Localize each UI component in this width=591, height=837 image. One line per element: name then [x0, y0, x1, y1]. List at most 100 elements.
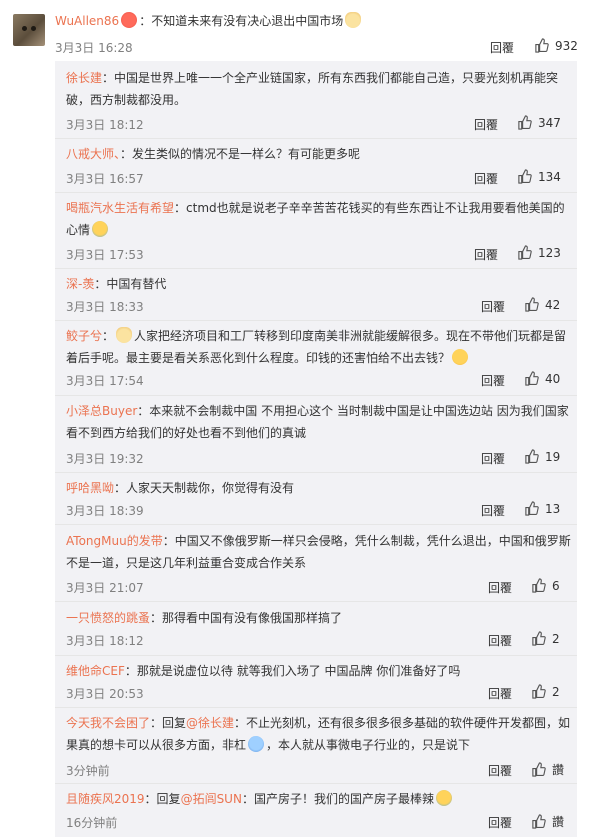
thumbs-up-icon	[518, 169, 532, 184]
thumbs-up-icon	[525, 501, 539, 516]
thumbs-up-icon	[525, 449, 539, 464]
reply-time: 3月3日 16:57	[66, 172, 144, 186]
reply-time: 3月3日 17:53	[66, 248, 144, 262]
like-button[interactable]: 42	[524, 297, 560, 312]
reply-time: 3月3日 20:53	[66, 687, 144, 701]
like-button[interactable]: 2	[531, 684, 560, 699]
thumbs-up-icon	[532, 684, 546, 699]
thumbs-up-icon	[532, 578, 546, 593]
reply-button[interactable]: 回覆	[481, 450, 505, 467]
reply-username-link[interactable]: 小泽总Buyer	[66, 404, 137, 418]
main-comment-line: WuAllen86 ：不知道未来有没有决心退出中国市场	[55, 12, 571, 30]
laugh-emoji-icon	[248, 736, 265, 752]
reply-username-link[interactable]: 呼哈黑呦	[66, 481, 114, 495]
thumbs-up-icon	[525, 297, 539, 312]
reply-button[interactable]: 回覆	[474, 246, 498, 263]
like-button[interactable]: 13	[524, 501, 560, 516]
reply-text-block: 徐长建：中国是世界上唯一一个全产业链国家，所有东西我们都能自己造，只要光刻机再能…	[66, 67, 576, 111]
reply-button[interactable]: 回覆	[488, 579, 512, 596]
like-button[interactable]: 2	[531, 631, 560, 646]
reply-text: ：国产房子！我们的国产房子最棒辣	[241, 792, 434, 806]
reply-text-block: 呼哈黑呦：人家天天制裁你，你觉得有没有	[66, 477, 571, 499]
reply-text-suffix: ，本人就从事微电子行业的，只是说下	[266, 738, 471, 752]
thumbs-up-icon	[525, 371, 539, 386]
reply-button[interactable]: 回覆	[488, 685, 512, 702]
divider	[55, 707, 577, 708]
reply-username-link[interactable]: 且随疾风2019	[66, 792, 145, 806]
like-count: 讚	[552, 815, 565, 829]
reply-button[interactable]: 回覆	[481, 298, 505, 315]
reply-text: ：中国有替代	[94, 277, 167, 291]
reply-button[interactable]: 回覆	[488, 762, 512, 779]
divider	[55, 138, 577, 139]
reply-list: 徐长建：中国是世界上唯一一个全产业链国家，所有东西我们都能自己造，只要光刻机再能…	[55, 61, 577, 837]
like-count: 19	[545, 450, 561, 464]
crying-emoji-icon	[92, 221, 109, 237]
cat-emoji-icon	[345, 12, 362, 28]
reply-time: 16分钟前	[66, 816, 118, 830]
reply-time: 3月3日 18:39	[66, 504, 144, 518]
reply-time: 3月3日 18:12	[66, 118, 144, 132]
reply-username-link[interactable]: 鲛子兮	[66, 329, 102, 343]
main-reply-button[interactable]: 回覆	[490, 39, 514, 56]
like-button[interactable]: 19	[524, 449, 560, 464]
reply-button[interactable]: 回覆	[488, 814, 512, 831]
reply-username-link[interactable]: 一只愤怒的跳蚤	[66, 611, 150, 625]
divider	[55, 192, 577, 193]
like-count: 13	[545, 502, 561, 516]
reply-button[interactable]: 回覆	[481, 372, 505, 389]
divider	[55, 395, 577, 396]
thumbs-up-icon	[535, 38, 549, 53]
like-button[interactable]: 123	[517, 245, 561, 260]
reply-username-link[interactable]: ATongMuu的发带	[66, 534, 163, 548]
divider	[55, 524, 577, 525]
reply-text-block: 且随疾风2019：回复@拓闾SUN：国产房子！我们的国产房子最棒辣	[66, 788, 571, 810]
reply-username-link[interactable]: 徐长建	[66, 71, 102, 85]
reply-username-link[interactable]: 维他命CEF	[66, 664, 125, 678]
like-button[interactable]: 134	[517, 169, 561, 184]
like-button[interactable]: 讚	[531, 761, 564, 778]
thumbs-up-icon	[532, 814, 546, 829]
reply-button[interactable]: 回覆	[488, 632, 512, 649]
thumbs-up-icon	[518, 245, 532, 260]
reply-username-link[interactable]: 深-羡	[66, 277, 94, 291]
reply-text: ：发生类似的情况不是一样么？有可能更多呢	[120, 147, 361, 161]
divider	[55, 783, 577, 784]
divider	[55, 472, 577, 473]
like-button[interactable]: 40	[524, 371, 560, 386]
mention-link[interactable]: @徐长建	[186, 716, 234, 730]
reply-text-block: 维他命CEF：那就是说虚位以待 就等我们入场了 中国品牌 你们准备好了吗	[66, 660, 571, 682]
like-button[interactable]: 6	[531, 578, 560, 593]
like-count: 2	[552, 685, 560, 699]
reply-button[interactable]: 回覆	[481, 502, 505, 519]
reply-username-link[interactable]: 八戒大师、	[66, 147, 120, 161]
reply-text-block: ATongMuu的发带：中国又不像俄罗斯一样只会侵略，凭什么制裁，凭什么退出，中…	[66, 530, 571, 574]
main-username-link[interactable]: WuAllen86	[55, 14, 119, 28]
reply-username-link[interactable]: 喝瓶汽水生活有希望	[66, 201, 174, 215]
crying-emoji-icon	[435, 790, 452, 806]
reply-button[interactable]: 回覆	[474, 170, 498, 187]
avatar[interactable]	[13, 14, 45, 46]
divider	[55, 320, 577, 321]
thumbs-up-icon	[518, 115, 532, 130]
reply-text-block: 八戒大师、：发生类似的情况不是一样么？有可能更多呢	[66, 143, 571, 165]
reply-prefix: ：回复	[144, 792, 181, 806]
like-button[interactable]: 347	[517, 115, 561, 130]
divider	[55, 601, 577, 602]
main-comment: WuAllen86 ：不知道未来有没有决心退出中国市场 3月3日 16:28 回覆…	[0, 0, 591, 60]
like-count: 讚	[552, 763, 565, 777]
main-like-button[interactable]: 932	[534, 38, 578, 53]
reply-prefix: ：回复	[150, 716, 187, 730]
main-comment-text: ：不知道未来有没有决心退出中国市场	[139, 14, 344, 28]
reply-username-link[interactable]: 今天我不会困了	[66, 716, 150, 730]
like-button[interactable]: 讚	[531, 813, 564, 830]
like-count: 6	[552, 579, 560, 593]
divider	[55, 655, 577, 656]
reply-time: 3分钟前	[66, 764, 110, 778]
mention-link[interactable]: @拓闾SUN	[181, 792, 242, 806]
main-comment-time: 3月3日 16:28	[55, 41, 133, 55]
smile-emoji-icon	[452, 349, 469, 365]
badge-icon	[121, 12, 138, 28]
reply-text-block: 深-羡：中国有替代	[66, 273, 571, 295]
reply-button[interactable]: 回覆	[474, 116, 498, 133]
